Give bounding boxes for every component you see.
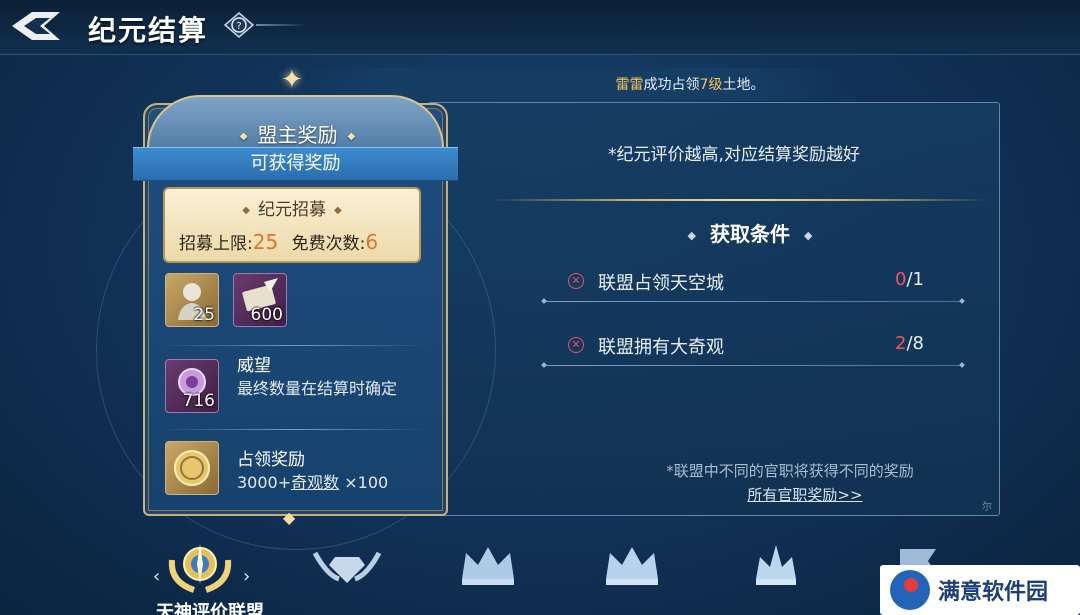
row-divider bbox=[161, 429, 429, 430]
gold-divider bbox=[490, 199, 990, 201]
back-button[interactable] bbox=[6, 6, 66, 46]
help-line-decoration bbox=[256, 24, 306, 26]
leader-reward-card: ◆ 盟主奖励 ◆ ✦ 可获得奖励 ◆ 纪元招募 ◆ 招募上限:25 免费次数:6 25 … bbox=[133, 65, 458, 527]
row-divider bbox=[161, 345, 429, 346]
fail-x-icon: ✕ bbox=[568, 273, 584, 289]
prestige-desc: 最终数量在结算时确定 bbox=[237, 379, 398, 398]
tab-tier-2[interactable] bbox=[307, 530, 387, 600]
tab-tier-3[interactable] bbox=[448, 530, 528, 600]
banner-suffix: 土地。 bbox=[722, 77, 765, 93]
condition-separator bbox=[542, 365, 964, 366]
help-button[interactable]: ? bbox=[224, 12, 254, 38]
crown-icon bbox=[756, 545, 796, 585]
recruit-title-text: 纪元招募 bbox=[258, 200, 326, 220]
tab-left-arrow-icon[interactable]: ‹ bbox=[153, 566, 160, 587]
crown-icon bbox=[462, 547, 514, 585]
ornament-left-icon: ◆ bbox=[242, 204, 250, 216]
page-title: 纪元结算 bbox=[88, 14, 209, 47]
condition-current: 0 bbox=[895, 269, 907, 290]
banner-level: 7级 bbox=[699, 77, 723, 93]
occupy-desc-link[interactable]: 奇观数 bbox=[291, 473, 339, 492]
banner-mid: 成功占领 bbox=[643, 77, 700, 93]
condition-row-sky-city: ✕ 联盟占领天空城 0/1 bbox=[542, 262, 964, 302]
recruit-stats: 招募上限:25 免费次数:6 bbox=[179, 229, 409, 254]
bust-item[interactable]: 25 bbox=[165, 273, 219, 327]
rating-hint: *纪元评价越高,对应结算奖励越好 bbox=[608, 145, 860, 165]
occupy-desc-suffix: ×100 bbox=[339, 473, 389, 492]
conditions-title: ◆ 获取条件 ◆ bbox=[660, 218, 840, 247]
condition-progress: 2/8 bbox=[895, 333, 924, 354]
gold-coin-icon bbox=[174, 450, 210, 486]
recruit-limit-label: 招募上限: bbox=[179, 234, 253, 254]
recruit-free-label: 免费次数: bbox=[291, 234, 366, 254]
scroll-item[interactable]: 600 bbox=[233, 273, 287, 327]
gem-icon: ◆ bbox=[283, 508, 296, 527]
fail-x-icon: ✕ bbox=[568, 337, 584, 353]
star-icon: ✦ bbox=[281, 65, 303, 95]
tab-tier-5[interactable] bbox=[736, 530, 816, 600]
recruit-free-value: 6 bbox=[365, 230, 379, 254]
condition-progress: 0/1 bbox=[895, 269, 924, 290]
item-qty: 600 bbox=[250, 305, 283, 325]
winged-diamond-icon bbox=[312, 551, 382, 583]
card-top-cap: ◆ 盟主奖励 ◆ bbox=[147, 95, 444, 155]
recruit-limit-value: 25 bbox=[252, 230, 279, 254]
banner-player-name: 雷雷 bbox=[615, 77, 644, 93]
occupy-coin-item[interactable] bbox=[165, 441, 219, 495]
watermark-logo-icon bbox=[890, 570, 930, 610]
back-arrow-icon bbox=[12, 12, 60, 40]
svg-text:?: ? bbox=[236, 21, 241, 32]
conditions-title-text: 获取条件 bbox=[710, 222, 790, 246]
condition-total: /1 bbox=[906, 269, 924, 290]
tab-tier-1[interactable] bbox=[160, 530, 240, 600]
diamond-right-icon: ◆ bbox=[804, 229, 813, 242]
condition-current: 2 bbox=[895, 333, 907, 354]
condition-label: 联盟拥有大奇观 bbox=[598, 337, 724, 358]
condition-label: 联盟占领天空城 bbox=[598, 273, 724, 294]
item-qty: 716 bbox=[182, 391, 215, 411]
condition-total: /8 bbox=[906, 333, 924, 354]
corner-mark: 尔 bbox=[982, 502, 992, 513]
occupy-desc-prefix: 3000+ bbox=[237, 473, 292, 492]
recruit-title: ◆ 纪元招募 ◆ bbox=[165, 195, 419, 220]
occupy-desc: 3000+奇观数 ×100 bbox=[237, 469, 388, 493]
ornament-right-icon: ◆ bbox=[334, 204, 342, 216]
occupy-title: 占领奖励 bbox=[237, 450, 305, 470]
card-title-text: 盟主奖励 bbox=[257, 123, 338, 147]
prestige-title: 威望 bbox=[237, 356, 271, 376]
compass-laurel-icon bbox=[168, 544, 232, 593]
card-title: ◆ 盟主奖励 ◆ bbox=[149, 119, 446, 148]
watermark-text: 满意软件园 bbox=[938, 579, 1049, 605]
available-rewards-ribbon: 可获得奖励 bbox=[133, 147, 458, 181]
condition-separator bbox=[542, 301, 964, 302]
recruit-box: ◆ 纪元招募 ◆ 招募上限:25 免费次数:6 bbox=[163, 187, 421, 263]
prestige-item[interactable]: 716 bbox=[165, 359, 219, 413]
crown-icon bbox=[606, 547, 658, 585]
diamond-left-icon: ◆ bbox=[687, 229, 696, 242]
question-icon: ? bbox=[224, 12, 254, 38]
condition-row-wonders: ✕ 联盟拥有大奇观 2/8 bbox=[542, 326, 964, 366]
rank-hint: *联盟中不同的官职将获得不同的奖励 bbox=[666, 462, 914, 480]
tab-selected-label: 天神评价联盟 bbox=[156, 602, 264, 615]
dot-left-icon: ◆ bbox=[239, 131, 248, 142]
top-bar: 纪元结算 ? bbox=[0, 0, 1080, 55]
item-qty: 25 bbox=[193, 305, 215, 325]
dot-right-icon: ◆ bbox=[347, 131, 356, 142]
tab-right-arrow-icon[interactable]: › bbox=[243, 566, 250, 587]
watermark-badge: 满意软件园 bbox=[880, 565, 1080, 615]
tab-tier-4[interactable] bbox=[592, 530, 672, 600]
